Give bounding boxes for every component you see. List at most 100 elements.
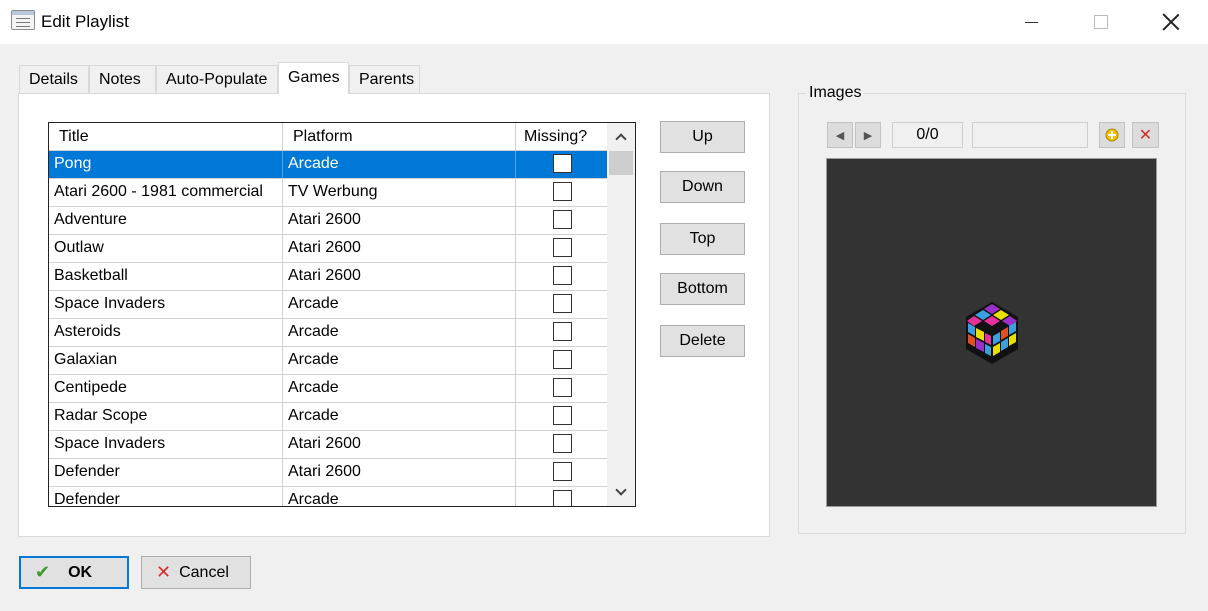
ok-label: OK — [68, 563, 93, 581]
platform-cell: Atari 2600 — [283, 431, 516, 458]
missing-cell — [516, 459, 608, 486]
title-cell: Radar Scope — [49, 403, 283, 430]
colorful-cube-icon — [966, 302, 1018, 364]
platform-cell: Arcade — [283, 403, 516, 430]
maximize-button[interactable] — [1078, 0, 1124, 44]
missing-checkbox[interactable] — [553, 490, 572, 506]
cancel-button[interactable]: ✕ Cancel — [141, 556, 251, 589]
missing-checkbox[interactable] — [553, 266, 572, 285]
move-down-button[interactable]: Down — [660, 171, 745, 203]
missing-checkbox[interactable] — [553, 462, 572, 481]
platform-cell: Arcade — [283, 487, 516, 506]
app-list-icon — [11, 10, 35, 30]
title-cell: Basketball — [49, 263, 283, 290]
title-cell: Pong — [49, 151, 283, 178]
close-icon — [1162, 13, 1180, 31]
scroll-down-button[interactable] — [607, 478, 635, 506]
missing-checkbox[interactable] — [553, 294, 572, 313]
missing-checkbox[interactable] — [553, 406, 572, 425]
tab-parents[interactable]: Parents — [349, 65, 420, 93]
ok-button[interactable]: ✔ OK — [19, 556, 129, 589]
table-row[interactable]: Outlaw Atari 2600 — [49, 235, 608, 263]
move-bottom-button[interactable]: Bottom — [660, 273, 745, 305]
table-row[interactable]: Adventure Atari 2600 — [49, 207, 608, 235]
add-image-icon — [1105, 128, 1119, 142]
platform-cell: Arcade — [283, 347, 516, 374]
previous-image-button[interactable]: ◀ — [827, 122, 853, 148]
column-header-platform[interactable]: Platform — [283, 123, 516, 151]
triangle-left-icon: ◀ — [835, 129, 845, 142]
grid-header: Title Platform Missing? — [49, 123, 608, 151]
platform-cell: Arcade — [283, 375, 516, 402]
missing-cell — [516, 263, 608, 290]
close-window-button[interactable] — [1148, 0, 1194, 44]
delete-game-button[interactable]: Delete — [660, 325, 745, 357]
column-header-title[interactable]: Title — [49, 123, 283, 151]
tab-details[interactable]: Details — [19, 65, 89, 93]
move-top-button[interactable]: Top — [660, 223, 745, 255]
tab-notes[interactable]: Notes — [89, 65, 156, 93]
platform-cell: TV Werbung — [283, 179, 516, 206]
table-row[interactable]: Basketball Atari 2600 — [49, 263, 608, 291]
games-grid[interactable]: Title Platform Missing? Pong Arcade Atari … — [48, 122, 636, 507]
scroll-up-button[interactable] — [607, 123, 635, 151]
chevron-up-icon — [615, 133, 627, 145]
table-row[interactable]: Space Invaders Arcade — [49, 291, 608, 319]
missing-cell — [516, 487, 608, 506]
table-row[interactable]: Defender Atari 2600 — [49, 459, 608, 487]
missing-cell — [516, 207, 608, 234]
table-row[interactable]: Pong Arcade — [49, 151, 608, 179]
missing-cell — [516, 347, 608, 374]
table-row[interactable]: Space Invaders Atari 2600 — [49, 431, 608, 459]
title-cell: Space Invaders — [49, 291, 283, 318]
title-cell: Space Invaders — [49, 431, 283, 458]
grid-scrollbar[interactable] — [607, 123, 635, 506]
chevron-down-icon — [615, 484, 627, 496]
table-row[interactable]: Radar Scope Arcade — [49, 403, 608, 431]
table-row[interactable]: Centipede Arcade — [49, 375, 608, 403]
title-cell: Outlaw — [49, 235, 283, 262]
triangle-right-icon: ▶ — [863, 129, 873, 142]
missing-checkbox[interactable] — [553, 378, 572, 397]
platform-cell: Atari 2600 — [283, 207, 516, 234]
close-icon: ✕ — [1138, 127, 1153, 144]
add-image-button[interactable] — [1099, 122, 1125, 148]
missing-cell — [516, 403, 608, 430]
title-cell: Atari 2600 - 1981 commercial — [49, 179, 283, 206]
image-counter: 0/0 — [892, 122, 963, 148]
images-label: Images — [806, 84, 865, 102]
title-bar: Edit Playlist — [0, 0, 1208, 44]
title-cell: Galaxian — [49, 347, 283, 374]
tab-auto-populate[interactable]: Auto-Populate — [156, 65, 278, 93]
platform-cell: Arcade — [283, 319, 516, 346]
remove-image-button[interactable]: ✕ — [1132, 122, 1159, 148]
missing-cell — [516, 151, 608, 178]
cancel-x-icon: ✕ — [156, 562, 172, 582]
title-cell: Defender — [49, 487, 283, 506]
next-image-button[interactable]: ▶ — [855, 122, 881, 148]
title-cell: Centipede — [49, 375, 283, 402]
missing-checkbox[interactable] — [553, 238, 572, 257]
image-type-field[interactable] — [972, 122, 1088, 148]
platform-cell: Arcade — [283, 151, 516, 178]
table-row[interactable]: Galaxian Arcade — [49, 347, 608, 375]
title-cell: Defender — [49, 459, 283, 486]
window-title: Edit Playlist — [41, 12, 129, 31]
missing-checkbox[interactable] — [553, 210, 572, 229]
missing-checkbox[interactable] — [553, 322, 572, 341]
tab-games[interactable]: Games — [278, 62, 349, 94]
column-header-missing[interactable]: Missing? — [516, 123, 608, 151]
missing-checkbox[interactable] — [553, 350, 572, 369]
checkmark-icon: ✔ — [35, 562, 51, 582]
missing-checkbox[interactable] — [553, 154, 572, 173]
platform-cell: Atari 2600 — [283, 235, 516, 262]
table-row[interactable]: Defender Arcade — [49, 487, 608, 506]
cancel-label: Cancel — [179, 563, 229, 581]
move-up-button[interactable]: Up — [660, 121, 745, 153]
table-row[interactable]: Asteroids Arcade — [49, 319, 608, 347]
minimize-button[interactable] — [1008, 0, 1054, 44]
missing-checkbox[interactable] — [553, 434, 572, 453]
table-row[interactable]: Atari 2600 - 1981 commercial TV Werbung — [49, 179, 608, 207]
missing-checkbox[interactable] — [553, 182, 572, 201]
scroll-thumb[interactable] — [609, 151, 633, 175]
